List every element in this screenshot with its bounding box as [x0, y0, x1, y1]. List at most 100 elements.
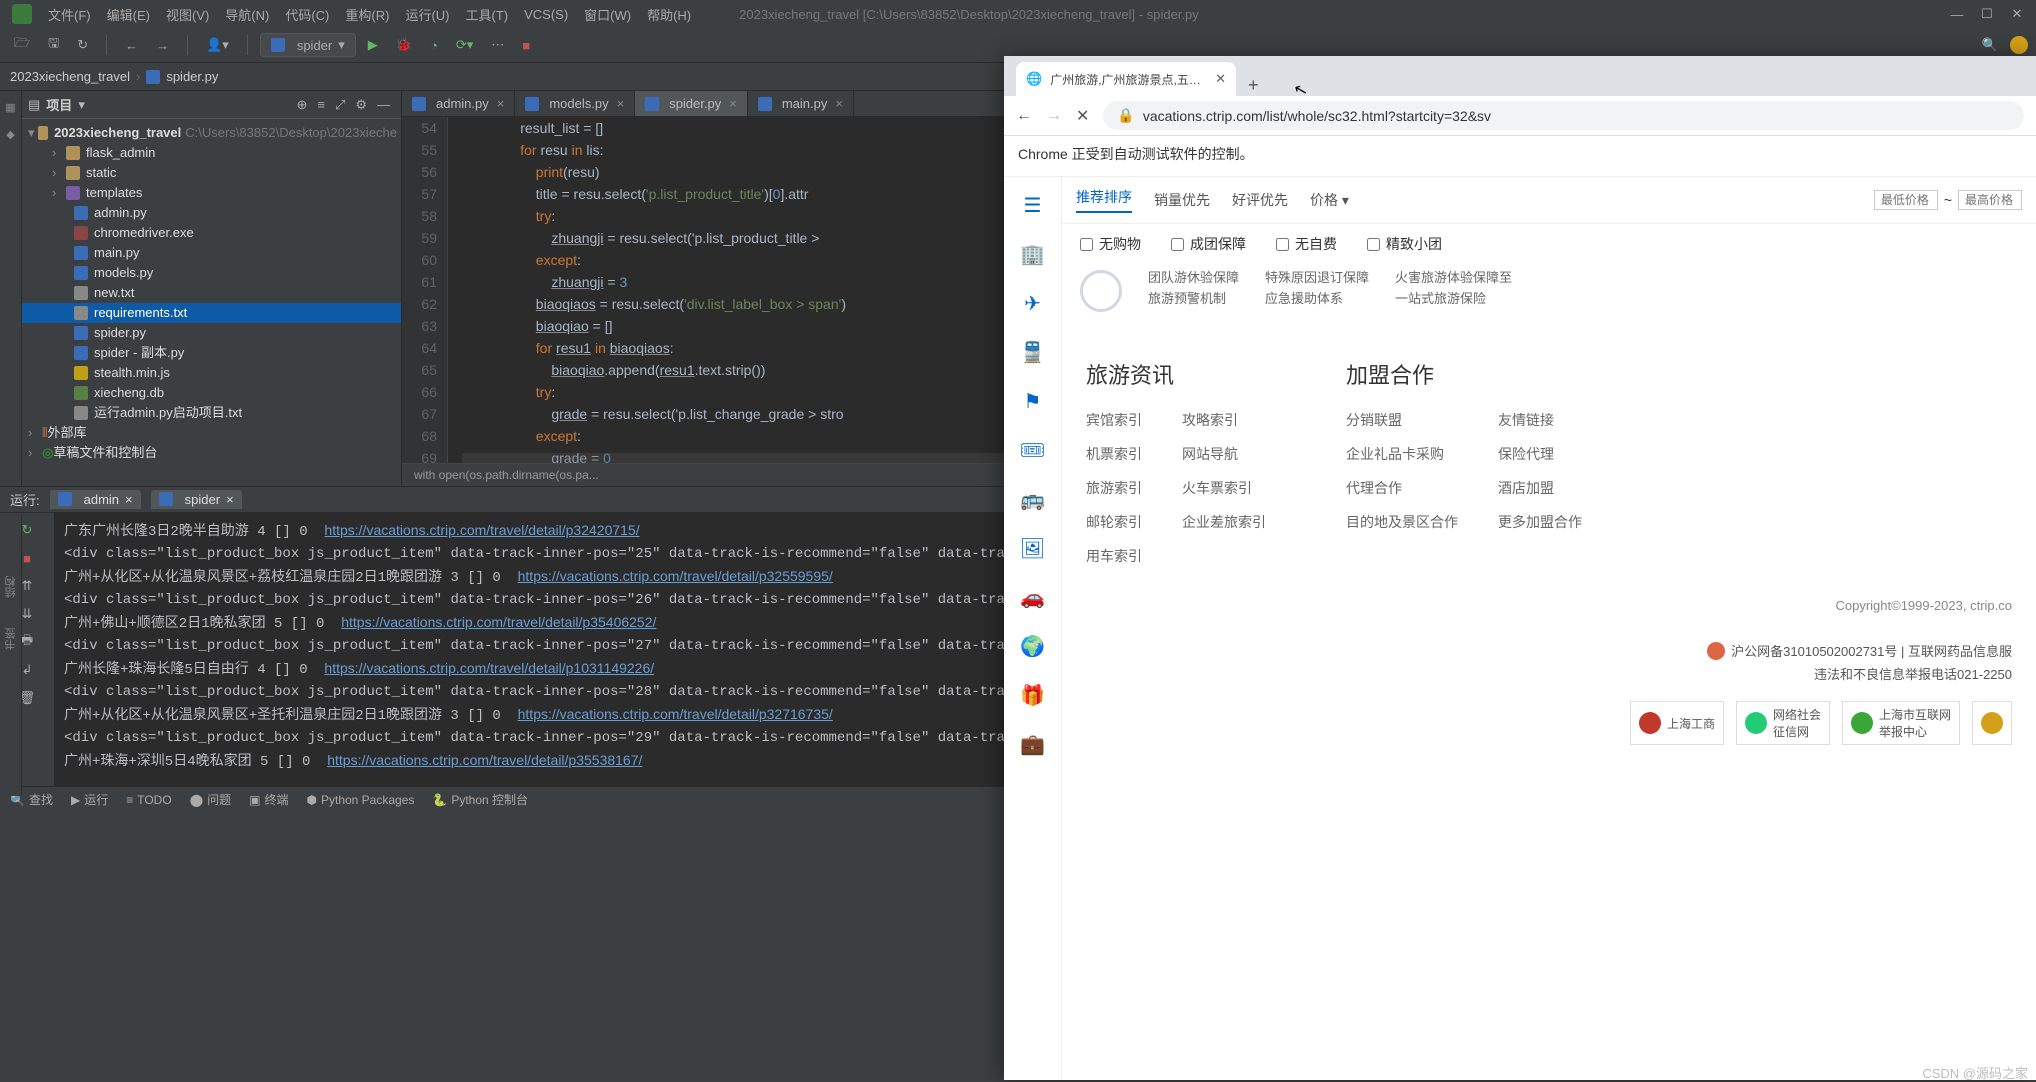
collapse-icon[interactable]: ⤢	[330, 97, 350, 113]
tree-external-libs[interactable]: ›⫴ 外部库	[22, 423, 401, 443]
tree-file-xiecheng[interactable]: xiecheng.db	[22, 383, 401, 403]
menu-nav[interactable]: 导航(N)	[217, 5, 277, 24]
menu-help[interactable]: 帮助(H)	[639, 5, 699, 24]
footer-link[interactable]: 宾馆索引	[1086, 410, 1142, 430]
sort-sales[interactable]: 销量优先	[1154, 190, 1210, 210]
structure-tool[interactable]: 结构	[3, 576, 19, 598]
gift-icon[interactable]: 🎁	[1020, 683, 1045, 708]
footer-link[interactable]: 目的地及景区合作	[1346, 512, 1458, 532]
save-icon[interactable]: 🖫	[42, 32, 65, 58]
image-icon[interactable]: 🖼	[1020, 536, 1045, 561]
status-todo[interactable]: ≡ TODO	[126, 793, 171, 807]
footer-link[interactable]: 分销联盟	[1346, 410, 1458, 430]
tree-file-chromedriver[interactable]: chromedriver.exe	[22, 223, 401, 243]
status-packages[interactable]: ⬢ Python Packages	[307, 793, 415, 807]
tree-file-runadmin[interactable]: 运行admin.py启动项目.txt	[22, 403, 401, 423]
badge-shanghai[interactable]: 上海工商	[1630, 701, 1724, 745]
footer-link[interactable]: 旅游索引	[1086, 478, 1142, 498]
check-smallgroup[interactable]: 精致小团	[1367, 234, 1442, 254]
min-price-input[interactable]	[1874, 190, 1938, 210]
window-maximize-icon[interactable]: ☐	[1972, 6, 2002, 22]
stop-icon[interactable]: ■	[516, 36, 536, 55]
flag-icon[interactable]: ⚑	[1024, 389, 1042, 414]
tree-root[interactable]: ▾2023xiecheng_travelC:\Users\83852\Deskt…	[22, 123, 401, 143]
hide-icon[interactable]: —	[372, 97, 395, 112]
tree-file-spider[interactable]: spider.py	[22, 323, 401, 343]
window-close-icon[interactable]: ✕	[2002, 6, 2032, 22]
footer-link[interactable]: 用车索引	[1086, 546, 1142, 566]
badge-credit[interactable]: 网络社会 征信网	[1736, 701, 1830, 745]
expand-icon[interactable]: ≡	[312, 97, 330, 112]
briefcase-icon[interactable]: 💼	[1020, 732, 1045, 757]
vcs-icon[interactable]: 👤▾	[200, 35, 235, 55]
tree-dir-flask-admin[interactable]: ›flask_admin	[22, 143, 401, 163]
badge-extra[interactable]	[1972, 701, 2012, 745]
tab-admin[interactable]: admin.py×	[402, 91, 515, 116]
tree-scratches[interactable]: ›◎ 草稿文件和控制台	[22, 443, 401, 463]
close-icon[interactable]: ×	[497, 96, 505, 111]
menu-refactor[interactable]: 重构(R)	[337, 5, 397, 24]
plane-icon[interactable]: ✈	[1024, 291, 1041, 316]
tree-dir-templates[interactable]: ›templates	[22, 183, 401, 203]
run-tab-admin[interactable]: admin ×	[50, 490, 141, 509]
crumb-project[interactable]: 2023xiecheng_travel	[10, 69, 130, 84]
attach-icon[interactable]: ⋯	[485, 35, 510, 55]
footer-link[interactable]: 企业礼品卡采购	[1346, 444, 1458, 464]
menu-code[interactable]: 代码(C)	[277, 5, 337, 24]
window-minimize-icon[interactable]: —	[1942, 7, 1972, 22]
menu-window[interactable]: 窗口(W)	[576, 5, 639, 24]
menu-file[interactable]: 文件(F)	[40, 5, 99, 24]
tree-file-spider-copy[interactable]: spider - 副本.py	[22, 343, 401, 363]
back-icon[interactable]: ←	[119, 36, 144, 55]
ticket-icon[interactable]: 🎟	[1020, 438, 1045, 463]
car-icon[interactable]: 🚗	[1020, 585, 1045, 610]
gear-icon[interactable]: ⚙	[350, 97, 372, 113]
max-price-input[interactable]	[1958, 190, 2022, 210]
close-icon[interactable]: ×	[617, 96, 625, 111]
chevron-down-icon[interactable]: ▾	[78, 97, 85, 113]
run-icon[interactable]: ▶	[362, 35, 384, 55]
open-icon[interactable]: 🗁	[8, 32, 36, 58]
menu-run[interactable]: 运行(U)	[397, 5, 457, 24]
sort-price[interactable]: 价格 ▾	[1310, 190, 1349, 210]
tree-file-admin[interactable]: admin.py	[22, 203, 401, 223]
footer-link[interactable]: 攻略索引	[1182, 410, 1266, 430]
close-icon[interactable]: ×	[125, 492, 133, 507]
close-icon[interactable]: ×	[729, 96, 737, 111]
status-run[interactable]: ▶ 运行	[71, 791, 108, 808]
close-icon[interactable]: ×	[835, 96, 843, 111]
profile-icon[interactable]: ⟳▾	[450, 35, 479, 55]
menu-vcs[interactable]: VCS(S)	[516, 7, 576, 22]
tree-file-new[interactable]: new.txt	[22, 283, 401, 303]
footer-link[interactable]: 邮轮索引	[1086, 512, 1142, 532]
footer-link[interactable]: 机票索引	[1086, 444, 1142, 464]
footer-link[interactable]: 代理合作	[1346, 478, 1458, 498]
tree-dir-static[interactable]: ›static	[22, 163, 401, 183]
ide-notification-icon[interactable]	[2010, 36, 2028, 54]
browser-tab[interactable]: 🌐 广州旅游,广州旅游景点,五月广州 ✕	[1016, 62, 1236, 96]
project-tool-icon[interactable]: ▦	[5, 101, 15, 114]
target-icon[interactable]: ⊕	[291, 97, 312, 113]
find-icon[interactable]: 🔍	[1976, 35, 2004, 55]
forward-icon[interactable]: →	[150, 36, 175, 55]
bookmarks-tool[interactable]: 书签	[3, 628, 19, 650]
new-tab-icon[interactable]: +	[1236, 75, 1271, 96]
footer-link[interactable]: 企业差旅索引	[1182, 512, 1266, 532]
run-tab-spider[interactable]: spider ×	[151, 490, 242, 509]
tree-file-requirements[interactable]: requirements.txt	[22, 303, 401, 323]
building-icon[interactable]: 🏢	[1020, 242, 1045, 267]
badge-report[interactable]: 上海市互联网 举报中心	[1842, 701, 1960, 745]
check-nofee[interactable]: 无自费	[1276, 234, 1337, 254]
close-icon[interactable]: ×	[226, 492, 234, 507]
hamburger-icon[interactable]: ☰	[1024, 193, 1042, 218]
address-bar[interactable]: 🔒 vacations.ctrip.com/list/whole/sc32.ht…	[1103, 101, 2024, 130]
footer-link[interactable]: 火车票索引	[1182, 478, 1266, 498]
train-icon[interactable]: 🚆	[1020, 340, 1045, 365]
sync-icon[interactable]: ↻	[71, 35, 94, 55]
debug-icon[interactable]: 🐞	[390, 35, 418, 55]
tab-main[interactable]: main.py×	[748, 91, 854, 116]
tree-file-models[interactable]: models.py	[22, 263, 401, 283]
check-group[interactable]: 成团保障	[1171, 234, 1246, 254]
check-noshopping[interactable]: 无购物	[1080, 234, 1141, 254]
status-terminal[interactable]: ▣ 终端	[249, 791, 288, 808]
